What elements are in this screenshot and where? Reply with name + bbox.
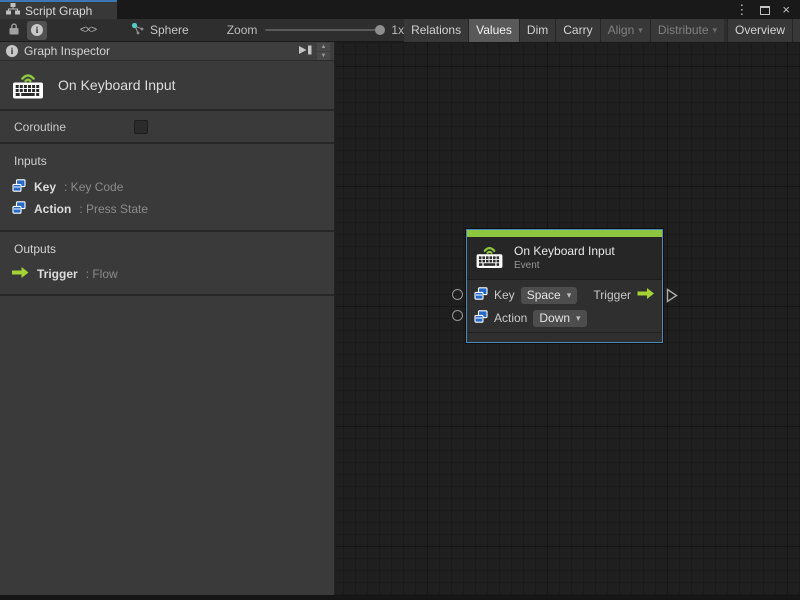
chevron-down-icon: ▾ [576, 312, 581, 323]
graph-canvas[interactable]: On Keyboard Input Event Key Space ▾ Trig… [335, 42, 800, 600]
inputs-section: Inputs Key : Key Code Action : Press Sta… [0, 144, 334, 232]
port-name: Key [34, 180, 57, 194]
window-controls: ⋮ × [735, 3, 800, 19]
tab-bar: Script Graph ⋮ × [0, 0, 800, 19]
node-port-row: Key Space ▾ Trigger [474, 286, 655, 304]
graph-toolbar: i <×> Sphere Zoom 1x Relations Values Di… [0, 18, 800, 42]
zoom-slider[interactable] [265, 25, 386, 35]
flow-arrow-icon [12, 267, 29, 281]
trigger-flow-port[interactable] [666, 288, 678, 306]
toolbar-button-group: Relations Values Dim Carry Align ▾ Distri… [404, 18, 800, 42]
trigger-output: Trigger [593, 288, 655, 302]
carry-button[interactable]: Carry [555, 18, 600, 42]
zoom-control: Zoom 1x [227, 23, 404, 37]
tab-script-graph[interactable]: Script Graph [0, 0, 117, 19]
scroll-up-icon[interactable]: ▲ [317, 42, 330, 51]
lock-icon [9, 22, 19, 38]
values-button[interactable]: Values [468, 18, 519, 42]
info-icon: i [6, 45, 18, 57]
value-port-icon [474, 287, 488, 303]
key-dropdown[interactable]: Space ▾ [520, 286, 578, 304]
graph-breadcrumb[interactable]: Sphere [125, 22, 199, 39]
node-color-bar [467, 230, 662, 237]
port-name: Trigger [37, 267, 78, 281]
distribute-button[interactable]: Distribute ▾ [649, 18, 725, 42]
value-port-icon [474, 310, 488, 326]
lock-button[interactable] [4, 21, 24, 40]
overview-button[interactable]: Overview [727, 18, 793, 42]
script-graph-icon [6, 3, 20, 18]
outputs-header: Outputs [14, 242, 57, 256]
value-port-icon [12, 201, 26, 217]
input-port-row: Action : Press State [0, 198, 334, 220]
port-type: : Flow [85, 267, 118, 281]
panel-spinner: ▲ ▼ [317, 42, 330, 60]
chevron-down-icon: ▾ [638, 24, 643, 35]
graph-icon [131, 22, 145, 39]
on-keyboard-input-node[interactable]: On Keyboard Input Event Key Space ▾ Trig… [466, 229, 663, 343]
zoom-value: 1x [391, 23, 405, 37]
outputs-section: Outputs Trigger : Flow [0, 232, 334, 296]
unit-title: On Keyboard Input [58, 77, 176, 93]
window-bottom-edge [0, 595, 800, 600]
node-port-row: Action Down ▾ [474, 309, 655, 327]
full-screen-button[interactable]: Full Screen [792, 18, 800, 42]
graph-name: Sphere [150, 23, 189, 37]
info-icon: i [31, 24, 43, 36]
graph-inspector-panel: i Graph Inspector ▲ ▼ On Keyboard Input … [0, 42, 335, 595]
maximize-icon[interactable] [760, 5, 771, 15]
zoom-slider-handle[interactable] [375, 25, 386, 35]
value-port-icon [12, 179, 26, 195]
edit-script-button[interactable]: <×> [78, 21, 98, 40]
window-menu-icon[interactable]: ⋮ [735, 3, 748, 17]
scroll-down-icon[interactable]: ▼ [317, 51, 330, 60]
keyboard-event-icon [474, 242, 505, 272]
chevron-down-icon: ▾ [712, 24, 718, 35]
inspector-toggle-button[interactable]: i [27, 20, 47, 40]
unit-title-block: On Keyboard Input [0, 61, 334, 111]
align-button[interactable]: Align ▾ [599, 18, 650, 42]
dim-button[interactable]: Dim [518, 18, 556, 42]
relations-button[interactable]: Relations [404, 18, 469, 42]
flow-arrow-icon [637, 288, 655, 302]
inspector-header-controls: ▲ ▼ [298, 42, 330, 60]
close-icon[interactable]: × [782, 3, 790, 17]
node-header[interactable]: On Keyboard Input Event [467, 237, 662, 280]
node-port-label: Action [494, 311, 528, 325]
node-port-label: Key [494, 288, 515, 302]
coroutine-row: Coroutine [0, 111, 334, 144]
node-subtitle: Event [514, 259, 540, 271]
action-input-port[interactable] [452, 310, 463, 321]
inspector-title: Graph Inspector [24, 44, 111, 58]
coroutine-label: Coroutine [14, 119, 67, 134]
inspector-header: i Graph Inspector ▲ ▼ [0, 42, 334, 61]
tab-label: Script Graph [25, 3, 93, 18]
port-type: : Press State [79, 202, 149, 216]
keyboard-event-icon [10, 68, 46, 103]
inputs-header: Inputs [14, 154, 47, 168]
action-dropdown[interactable]: Down ▾ [533, 309, 587, 327]
port-name: Action [34, 202, 72, 216]
zoom-label: Zoom [226, 23, 258, 37]
node-title: On Keyboard Input [514, 243, 615, 258]
code-icon: <×> [79, 24, 97, 36]
chevron-down-icon: ▾ [566, 289, 572, 300]
key-input-port[interactable] [452, 289, 463, 300]
dock-panel-icon[interactable] [298, 44, 313, 59]
port-type: : Key Code [64, 180, 124, 194]
input-port-row: Key : Key Code [0, 176, 334, 198]
coroutine-checkbox[interactable] [134, 119, 149, 134]
output-port-row: Trigger : Flow [0, 264, 334, 284]
trigger-label: Trigger [593, 288, 631, 302]
inspector-empty-area [0, 296, 334, 595]
node-footer [467, 332, 662, 342]
node-body: Key Space ▾ Trigger Action Down ▾ [467, 280, 662, 332]
main-content: i Graph Inspector ▲ ▼ On Keyboard Input … [0, 42, 800, 600]
